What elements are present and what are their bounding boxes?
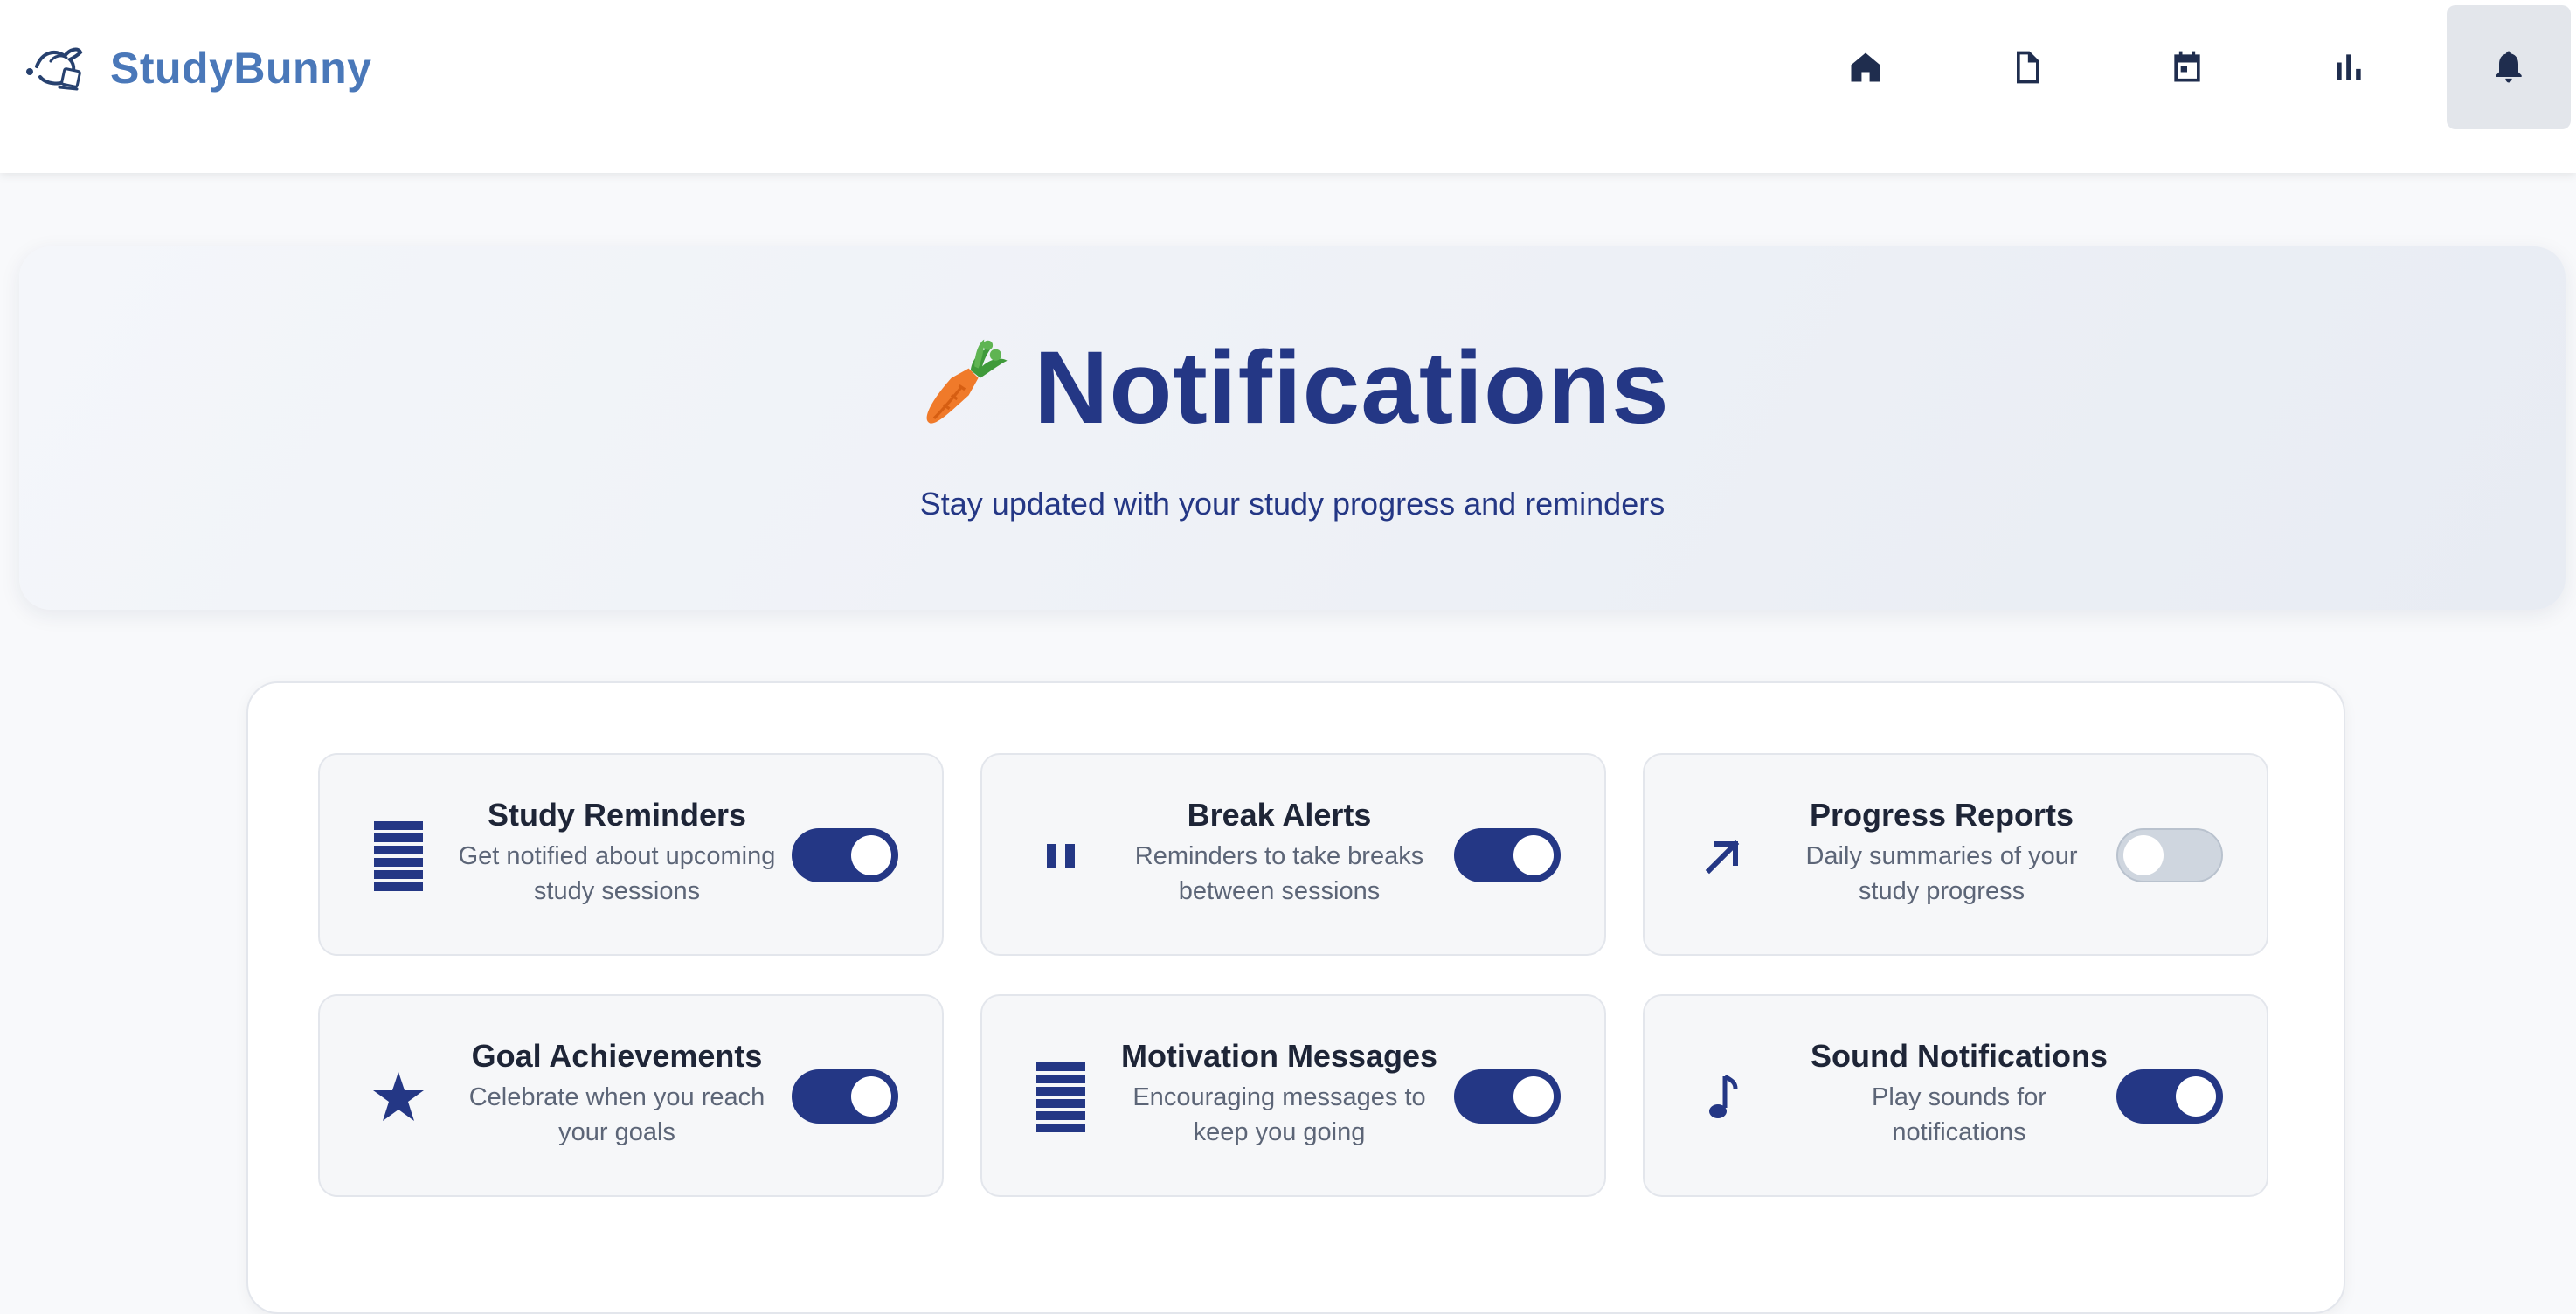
setting-description: Daily summaries of your study progress [1805,842,2078,905]
bunny-logo-icon [26,47,83,91]
setting-goal-achievements: Goal Achievements Celebrate when you rea… [318,994,944,1197]
progress-reports-toggle[interactable] [2116,828,2223,882]
pause-icon [1028,821,1094,891]
setting-title: Goal Achievements [471,1038,763,1074]
setting-description: Celebrate when you reach your goals [468,1083,765,1146]
setting-description: Encouraging messages to keep you going [1132,1083,1426,1146]
star-icon [365,1062,432,1132]
nav-notifications-button[interactable] [2447,5,2571,129]
setting-break-alerts: Break Alerts Reminders to take breaks bet… [980,753,1606,956]
sound-notifications-toggle[interactable] [2116,1069,2223,1124]
bell-icon [2496,51,2522,83]
page-title-row: Notifications [19,334,2566,439]
carrot-icon [926,339,1008,424]
break-alerts-toggle[interactable] [1454,828,1561,882]
setting-study-reminders: Study Reminders Get notified about upcom… [318,753,944,956]
setting-title: Motivation Messages [1120,1038,1438,1074]
setting-description: Get notified about upcoming study session… [458,842,776,905]
setting-progress-reports: Progress Reports Daily summaries of your… [1643,753,2268,956]
book-stack-icon [1028,1062,1094,1132]
goal-achievements-toggle[interactable] [792,1069,898,1124]
brand-name: StudyBunny [110,44,372,93]
book-stack-icon [365,821,432,891]
nav-stats-button[interactable] [2286,5,2410,129]
setting-description: Play sounds for notifications [1872,1083,2046,1146]
setting-description: Reminders to take breaks between sessions [1134,842,1424,905]
main-nav [1767,5,2571,129]
motivation-messages-toggle[interactable] [1454,1069,1561,1124]
bar-chart-icon [2337,54,2361,80]
notification-settings-panel: Study Reminders Get notified about upcom… [246,681,2345,1314]
arrow-up-right-icon [1690,821,1756,891]
setting-motivation-messages: Motivation Messages Encouraging messages… [980,994,1606,1197]
setting-title: Progress Reports [1809,797,2074,833]
nav-home-button[interactable] [1804,5,1928,129]
page-title: Notifications [1034,330,1670,446]
setting-title: Break Alerts [1187,797,1372,833]
nav-calendar-button[interactable] [2125,5,2249,129]
setting-title: Study Reminders [487,797,747,833]
study-reminders-toggle[interactable] [792,828,898,882]
page-subtitle: Stay updated with your study progress an… [919,486,1665,522]
hero-banner: Notifications Stay updated with your stu… [19,246,2566,610]
document-icon [2017,51,2039,84]
calendar-icon [2174,51,2200,82]
brand[interactable]: StudyBunny [24,37,371,100]
setting-sound-notifications: Sound Notifications Play sounds for notif… [1643,994,2268,1197]
music-note-icon [1690,1062,1756,1132]
top-header: StudyBunny [0,0,2576,173]
nav-documents-button[interactable] [1964,5,2088,129]
home-icon [1851,52,1880,82]
setting-title: Sound Notifications [1811,1038,2108,1074]
